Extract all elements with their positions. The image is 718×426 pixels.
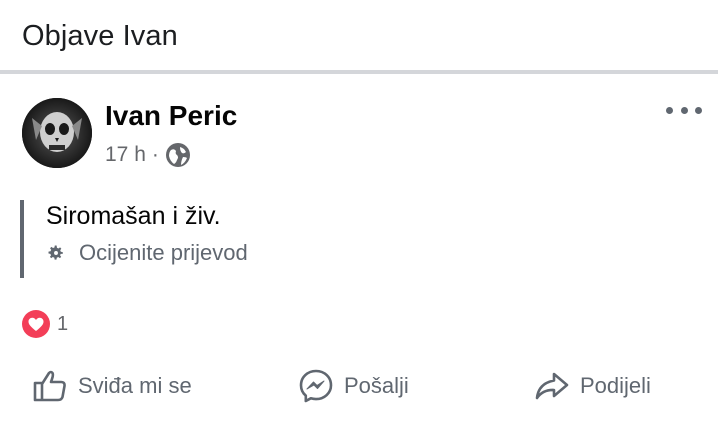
quote-bar [20, 200, 24, 278]
like-button[interactable]: Sviđa mi se [32, 360, 192, 412]
page-title: Objave Ivan [22, 20, 178, 52]
send-button[interactable]: Pošalji [298, 360, 409, 412]
like-label: Sviđa mi se [78, 373, 192, 398]
meta-separator: · [151, 143, 159, 166]
reactions-summary[interactable]: 1 [22, 310, 68, 338]
gear-icon [48, 245, 63, 260]
avatar[interactable] [22, 98, 92, 168]
more-dot [680, 106, 688, 114]
rate-translation-link[interactable]: Ocijenite prijevod [47, 240, 248, 266]
thumbs-up-icon [33, 370, 66, 402]
post-timestamp[interactable]: 17 h [105, 143, 146, 167]
post-text: Siromašan i živ. [46, 202, 221, 230]
love-icon [22, 310, 50, 338]
post-meta: 17 h · [105, 142, 191, 168]
post-card: Ivan Peric 17 h · Siromašan i živ. Ocije… [0, 74, 718, 426]
post-actions: Sviđa mi se Pošalji Podijeli [0, 360, 718, 412]
author-name[interactable]: Ivan Peric [105, 100, 237, 132]
more-dot [695, 106, 702, 114]
send-label: Pošalji [344, 373, 409, 398]
reaction-count: 1 [57, 312, 69, 335]
avatar-image [22, 98, 92, 168]
share-button[interactable]: Podijeli [534, 360, 651, 412]
rate-translation-label: Ocijenite prijevod [79, 240, 248, 265]
share-label: Podijeli [580, 373, 651, 398]
page-header: Objave Ivan [0, 0, 718, 70]
page: Objave Ivan Ivan Peric 17 h · Siromašan … [0, 0, 718, 426]
globe-icon[interactable] [165, 142, 191, 168]
more-options-icon[interactable] [666, 104, 702, 116]
messenger-icon [299, 369, 333, 403]
share-arrow-icon [535, 372, 569, 400]
more-dot [666, 106, 673, 114]
